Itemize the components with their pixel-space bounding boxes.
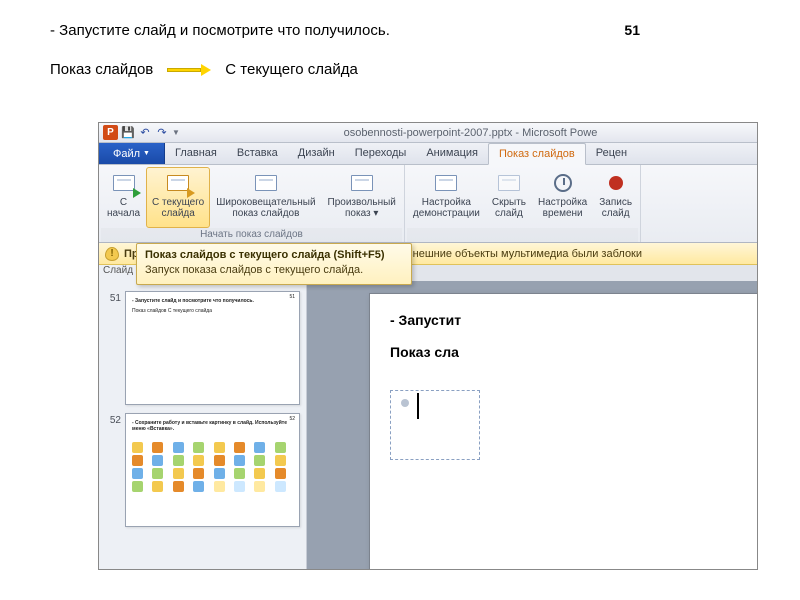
ribbon: С начала С текущего слайда Широковещател… bbox=[99, 165, 757, 243]
tab-insert[interactable]: Вставка bbox=[227, 143, 288, 164]
page-number: 51 bbox=[624, 22, 750, 38]
breadcrumb: Показ слайдов С текущего слайда bbox=[50, 61, 750, 78]
rehearse-timings-button[interactable]: Настройка времени bbox=[532, 167, 593, 228]
slide-canvas-area[interactable]: - Запустит Показ сла bbox=[307, 265, 757, 569]
title-bar: P 💾 ↶ ↷ ▼ osobennosti-powerpoint-2007.pp… bbox=[99, 123, 757, 143]
instruction-text: - Запустите слайд и посмотрите что получ… bbox=[50, 22, 390, 39]
record-icon bbox=[609, 176, 623, 190]
undo-icon[interactable]: ↶ bbox=[138, 126, 152, 140]
thumb-number: 51 bbox=[105, 291, 121, 405]
tab-file[interactable]: Файл▼ bbox=[99, 143, 165, 164]
clock-icon bbox=[554, 174, 572, 192]
bullet-icon bbox=[401, 399, 409, 407]
breadcrumb-b: С текущего слайда bbox=[225, 61, 358, 78]
warnbar-tail: на внешние объекты мультимедиа были забл… bbox=[392, 248, 643, 260]
custom-slideshow-button[interactable]: Произвольный показ ▾ bbox=[322, 167, 402, 228]
current-slide[interactable]: - Запустит Показ сла bbox=[369, 293, 757, 569]
tab-review[interactable]: Рецен bbox=[586, 143, 637, 164]
tab-home[interactable]: Главная bbox=[165, 143, 227, 164]
ribbon-group-start-caption: Начать показ слайдов bbox=[101, 228, 402, 242]
app-logo-icon: P bbox=[103, 125, 118, 140]
slide-text-line1: - Запустит bbox=[390, 312, 757, 328]
shield-icon: ! bbox=[105, 247, 119, 261]
text-placeholder[interactable] bbox=[390, 390, 480, 460]
record-slideshow-button[interactable]: Запись слайд bbox=[593, 167, 638, 228]
arrow-icon bbox=[167, 66, 211, 74]
ribbon-group-setup-caption bbox=[407, 228, 638, 242]
from-current-slide-button[interactable]: С текущего слайда bbox=[146, 167, 210, 228]
thumb52-icon-grid bbox=[132, 442, 293, 492]
thumbnail-52[interactable]: 52 52 - Сохраните работу и вставьте карт… bbox=[105, 413, 300, 527]
redo-icon[interactable]: ↷ bbox=[155, 126, 169, 140]
thumbnail-51[interactable]: 51 51 - Запустите слайд и посмотрите что… bbox=[105, 291, 300, 405]
workspace: Слайд 51 51 - Запустите слайд и посмотри… bbox=[99, 265, 757, 569]
slide-thumbnails-pane[interactable]: 51 51 - Запустите слайд и посмотрите что… bbox=[99, 265, 307, 569]
panel-tab-slides[interactable]: Слайд bbox=[103, 265, 133, 276]
tooltip-title: Показ слайдов с текущего слайда (Shift+F… bbox=[145, 249, 385, 261]
window-title: osobennosti-powerpoint-2007.pptx - Micro… bbox=[184, 127, 757, 139]
setup-slideshow-button[interactable]: Настройка демонстрации bbox=[407, 167, 486, 228]
save-icon[interactable]: 💾 bbox=[121, 126, 135, 140]
slide-text-line2: Показ сла bbox=[390, 344, 757, 360]
breadcrumb-a: Показ слайдов bbox=[50, 61, 153, 78]
tab-design[interactable]: Дизайн bbox=[288, 143, 345, 164]
ribbon-tooltip: Показ слайдов с текущего слайда (Shift+F… bbox=[136, 243, 412, 285]
hide-slide-button[interactable]: Скрыть слайд bbox=[486, 167, 532, 228]
thumb-number: 52 bbox=[105, 413, 121, 527]
powerpoint-window: P 💾 ↶ ↷ ▼ osobennosti-powerpoint-2007.pp… bbox=[98, 122, 758, 570]
tab-slideshow[interactable]: Показ слайдов bbox=[488, 143, 586, 165]
text-caret bbox=[417, 393, 419, 419]
tooltip-body: Запуск показа слайдов с текущего слайда. bbox=[145, 264, 363, 276]
tab-transitions[interactable]: Переходы bbox=[345, 143, 417, 164]
qat-customize-icon[interactable]: ▼ bbox=[172, 128, 180, 137]
from-beginning-button[interactable]: С начала bbox=[101, 167, 146, 228]
ribbon-tabs: Файл▼ Главная Вставка Дизайн Переходы Ан… bbox=[99, 143, 757, 165]
broadcast-slideshow-button[interactable]: Широковещательный показ слайдов bbox=[210, 167, 321, 228]
tab-animations[interactable]: Анимация bbox=[416, 143, 488, 164]
